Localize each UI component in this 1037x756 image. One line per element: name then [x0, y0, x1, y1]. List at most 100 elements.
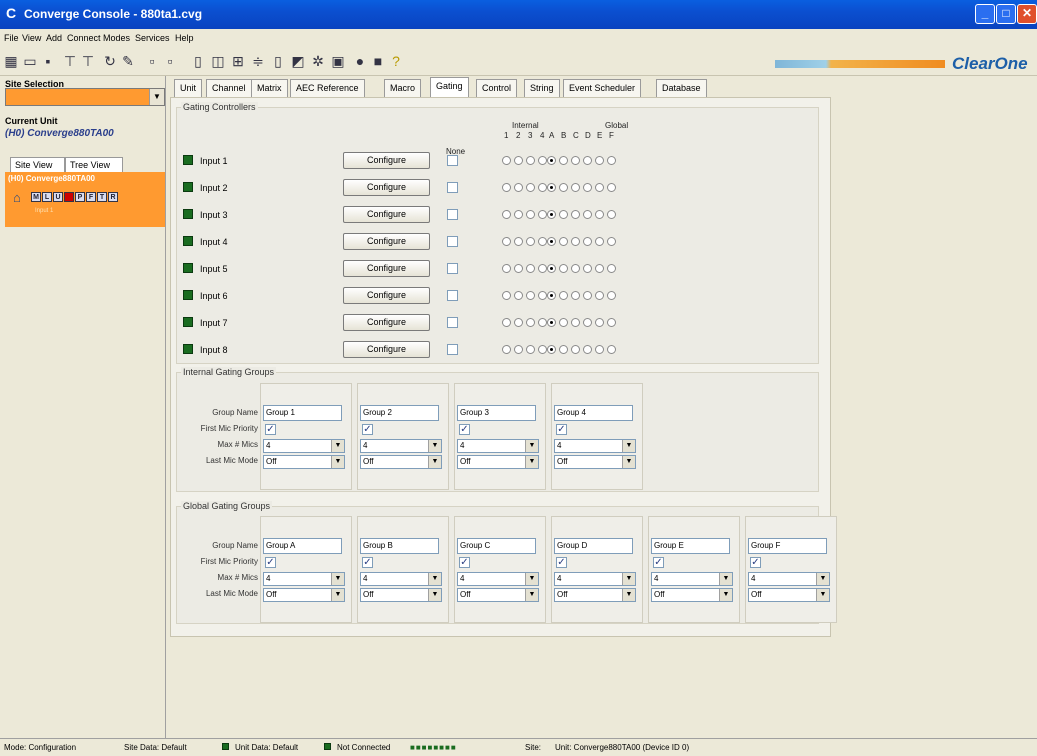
- internal-radio-4[interactable]: [538, 156, 547, 165]
- open-folder-icon[interactable]: ▭: [22, 53, 38, 69]
- global-radio-D[interactable]: [583, 291, 592, 300]
- group-name-field[interactable]: Group 2: [360, 405, 439, 421]
- global-radio-F[interactable]: [607, 156, 616, 165]
- internal-radio-4[interactable]: [538, 210, 547, 219]
- first-mic-checkbox[interactable]: ✓: [362, 424, 373, 435]
- global-radio-A[interactable]: [547, 156, 556, 165]
- global-radio-E[interactable]: [595, 291, 604, 300]
- global-radio-A[interactable]: [547, 210, 556, 219]
- max-mics-select[interactable]: 4 ▼: [457, 572, 539, 586]
- last-mic-select[interactable]: Off ▼: [263, 588, 345, 602]
- global-radio-F[interactable]: [607, 345, 616, 354]
- help-icon[interactable]: ?: [388, 53, 404, 69]
- none-checkbox[interactable]: [447, 236, 458, 247]
- global-radio-D[interactable]: [583, 237, 592, 246]
- global-radio-C[interactable]: [571, 318, 580, 327]
- internal-radio-4[interactable]: [538, 345, 547, 354]
- global-radio-A[interactable]: [547, 237, 556, 246]
- chevron-down-icon[interactable]: ▼: [719, 589, 732, 601]
- internal-radio-1[interactable]: [502, 237, 511, 246]
- last-mic-select[interactable]: Off ▼: [457, 455, 539, 469]
- chevron-down-icon[interactable]: ▼: [428, 440, 441, 452]
- group-name-field[interactable]: Group C: [457, 538, 536, 554]
- tab-gating[interactable]: Gating: [430, 77, 469, 98]
- menu-help[interactable]: Help: [175, 33, 194, 43]
- global-radio-E[interactable]: [595, 345, 604, 354]
- internal-radio-1[interactable]: [502, 345, 511, 354]
- group-name-field[interactable]: Group E: [651, 538, 730, 554]
- global-radio-D[interactable]: [583, 156, 592, 165]
- max-mics-select[interactable]: 4 ▼: [554, 572, 636, 586]
- upload-icon[interactable]: ▫: [144, 53, 160, 69]
- global-radio-F[interactable]: [607, 237, 616, 246]
- last-mic-select[interactable]: Off ▼: [360, 455, 442, 469]
- image-icon[interactable]: ◩: [290, 53, 306, 69]
- global-radio-C[interactable]: [571, 183, 580, 192]
- chevron-down-icon[interactable]: ▼: [719, 573, 732, 585]
- first-mic-checkbox[interactable]: ✓: [459, 424, 470, 435]
- last-mic-select[interactable]: Off ▼: [263, 455, 345, 469]
- chevron-down-icon[interactable]: ▼: [428, 589, 441, 601]
- configure-button[interactable]: Configure: [343, 287, 430, 304]
- configure-button[interactable]: Configure: [343, 260, 430, 277]
- global-radio-C[interactable]: [571, 291, 580, 300]
- internal-radio-3[interactable]: [526, 264, 535, 273]
- none-checkbox[interactable]: [447, 290, 458, 301]
- tab-tree-view[interactable]: Tree View: [65, 157, 123, 173]
- internal-radio-3[interactable]: [526, 156, 535, 165]
- first-mic-checkbox[interactable]: ✓: [265, 557, 276, 568]
- internal-radio-1[interactable]: [502, 318, 511, 327]
- tab-control[interactable]: Control: [476, 79, 518, 97]
- global-radio-B[interactable]: [559, 210, 568, 219]
- chevron-down-icon[interactable]: ▼: [331, 589, 344, 601]
- first-mic-checkbox[interactable]: ✓: [362, 557, 373, 568]
- menu-services[interactable]: Services: [135, 33, 170, 43]
- internal-radio-3[interactable]: [526, 291, 535, 300]
- none-checkbox[interactable]: [447, 155, 458, 166]
- max-mics-select[interactable]: 4 ▼: [360, 572, 442, 586]
- global-radio-A[interactable]: [547, 345, 556, 354]
- stop-icon[interactable]: ■: [370, 53, 386, 69]
- internal-radio-2[interactable]: [514, 318, 523, 327]
- connect-icon[interactable]: ⊤: [62, 53, 78, 69]
- max-mics-select[interactable]: 4 ▼: [748, 572, 830, 586]
- global-radio-C[interactable]: [571, 237, 580, 246]
- global-radio-E[interactable]: [595, 210, 604, 219]
- internal-radio-2[interactable]: [514, 345, 523, 354]
- global-radio-B[interactable]: [559, 345, 568, 354]
- chevron-down-icon[interactable]: ▼: [525, 589, 538, 601]
- internal-radio-2[interactable]: [514, 237, 523, 246]
- global-radio-E[interactable]: [595, 183, 604, 192]
- monitor-icon[interactable]: ▣: [330, 53, 346, 69]
- global-radio-E[interactable]: [595, 237, 604, 246]
- max-mics-select[interactable]: 4 ▼: [360, 439, 442, 453]
- tab-database[interactable]: Database: [656, 79, 707, 97]
- last-mic-select[interactable]: Off ▼: [360, 588, 442, 602]
- internal-radio-2[interactable]: [514, 291, 523, 300]
- internal-radio-4[interactable]: [538, 291, 547, 300]
- internal-radio-3[interactable]: [526, 237, 535, 246]
- menu-view[interactable]: View: [22, 33, 41, 43]
- chevron-down-icon[interactable]: ▼: [149, 89, 164, 105]
- internal-radio-1[interactable]: [502, 183, 511, 192]
- configure-button[interactable]: Configure: [343, 314, 430, 331]
- internal-radio-3[interactable]: [526, 183, 535, 192]
- first-mic-checkbox[interactable]: ✓: [750, 557, 761, 568]
- global-radio-C[interactable]: [571, 264, 580, 273]
- panel-icon[interactable]: ▯: [190, 53, 206, 69]
- chevron-down-icon[interactable]: ▼: [428, 573, 441, 585]
- green-led-icon[interactable]: ●: [352, 53, 368, 69]
- internal-radio-2[interactable]: [514, 210, 523, 219]
- global-radio-D[interactable]: [583, 345, 592, 354]
- unit-panel[interactable]: (H0) Converge880TA00 ⌂ Input 1 M L U P F…: [5, 172, 165, 227]
- first-mic-checkbox[interactable]: ✓: [556, 557, 567, 568]
- edit-icon[interactable]: ✎: [120, 53, 136, 69]
- tab-aec-reference[interactable]: AEC Reference: [290, 79, 365, 97]
- chevron-down-icon[interactable]: ▼: [816, 573, 829, 585]
- grid-icon[interactable]: ▦: [3, 53, 19, 69]
- close-button[interactable]: ✕: [1017, 4, 1037, 24]
- internal-radio-2[interactable]: [514, 183, 523, 192]
- internal-radio-4[interactable]: [538, 183, 547, 192]
- book-icon[interactable]: ◫: [210, 53, 226, 69]
- none-checkbox[interactable]: [447, 263, 458, 274]
